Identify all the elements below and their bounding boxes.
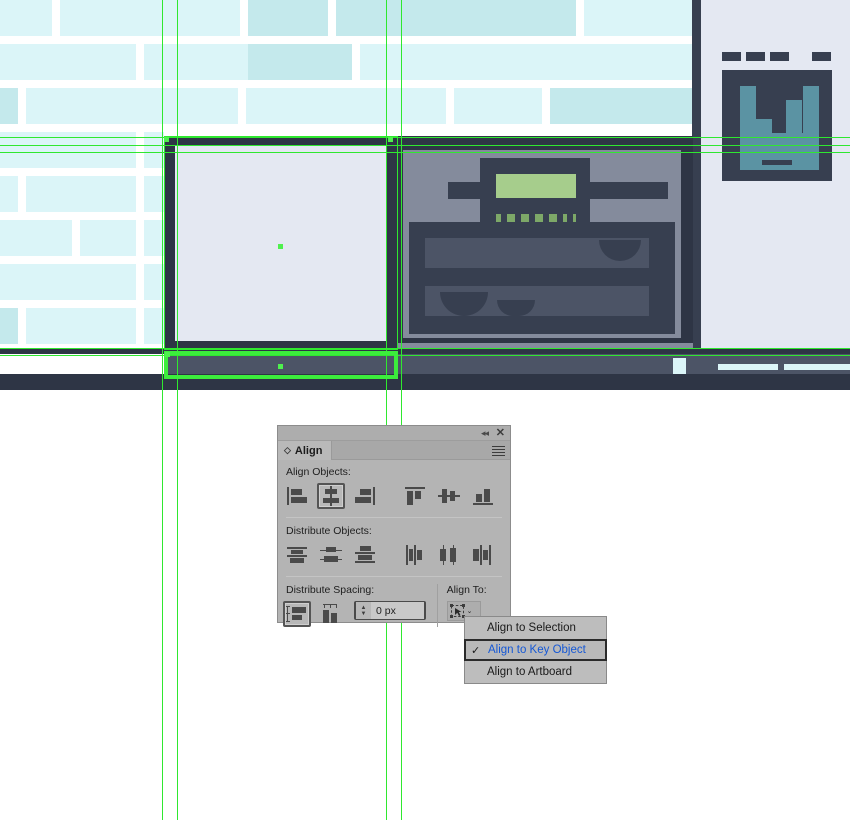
vertical-align-top-button[interactable] <box>401 483 429 509</box>
horizontal-guide[interactable] <box>0 145 850 146</box>
illustrator-screen: ◂◂ ✕ ◇ Align Align Objects: Distribute O… <box>0 0 850 820</box>
horizontal-align-right-button[interactable] <box>351 483 379 509</box>
tab-align-label: Align <box>294 444 323 457</box>
align-to-dropdown-menu[interactable]: Align to Selection ✓ Align to Key Object… <box>464 616 607 684</box>
horizontal-distribute-left-button[interactable] <box>401 542 429 568</box>
vertical-align-bottom-icon <box>472 486 494 506</box>
horizontal-align-right-icon <box>354 486 376 506</box>
vertical-distribute-center-button[interactable] <box>317 542 345 568</box>
selection-center-point <box>278 244 283 249</box>
floor-strip <box>0 374 850 390</box>
chevron-down-icon[interactable]: ⌄ <box>467 607 473 615</box>
horizontal-align-left-icon <box>286 486 308 506</box>
menu-item-label: Align to Selection <box>487 622 576 634</box>
horizontal-distribute-right-button[interactable] <box>469 542 497 568</box>
menu-item-align-to-selection[interactable]: Align to Selection <box>465 617 606 639</box>
vertical-align-center-icon <box>438 486 460 506</box>
distribute-spacing-column: Distribute Spacing: ▲ ▼ 0 px <box>278 584 437 627</box>
distribute-spacing-label: Distribute Spacing: <box>286 584 375 596</box>
horizontal-guide[interactable] <box>0 355 850 356</box>
tab-align[interactable]: ◇ Align <box>278 441 333 460</box>
panel-tab-strip[interactable]: ◇ Align <box>278 441 510 460</box>
horizontal-align-center-button[interactable] <box>317 483 345 509</box>
vertical-distribute-bottom-icon <box>354 545 376 565</box>
vertical-distribute-top-button[interactable] <box>283 542 311 568</box>
horizontal-distribute-center-icon <box>438 545 460 565</box>
vertical-distribute-top-icon <box>286 545 308 565</box>
align-to-label: Align To: <box>446 584 487 596</box>
menu-item-label: Align to Key Object <box>488 644 586 656</box>
vertical-align-top-icon <box>404 486 426 506</box>
horizontal-distribute-center-button[interactable] <box>435 542 463 568</box>
close-icon[interactable]: ✕ <box>496 427 505 439</box>
collapse-panel-icon[interactable]: ◂◂ <box>481 428 489 439</box>
section-divider <box>286 517 502 518</box>
panel-title-bar[interactable]: ◂◂ ✕ <box>278 426 510 441</box>
vertical-guide[interactable] <box>386 0 387 820</box>
distribute-spacing-buttons: ▲ ▼ 0 px <box>278 601 437 627</box>
vertical-distribute-bottom-button[interactable] <box>351 542 379 568</box>
horizontal-distribute-right-icon <box>472 545 494 565</box>
horizontal-guide[interactable] <box>0 152 850 153</box>
spacing-input[interactable]: 0 px <box>371 602 424 619</box>
vertical-align-bottom-button[interactable] <box>469 483 497 509</box>
vertical-guide[interactable] <box>162 0 163 820</box>
menu-item-align-to-artboard[interactable]: Align to Artboard <box>465 661 606 683</box>
stepper-arrows-icon[interactable]: ▲ ▼ <box>356 602 371 619</box>
horizontal-guide[interactable] <box>0 137 850 138</box>
key-object-anchor[interactable] <box>165 352 170 357</box>
vertical-align-center-button[interactable] <box>435 483 463 509</box>
align-panel[interactable]: ◂◂ ✕ ◇ Align Align Objects: Distribute O… <box>277 425 511 627</box>
key-object-center-point <box>278 364 283 369</box>
section-divider <box>286 576 502 577</box>
horizontal-distribute-left-icon <box>404 545 426 565</box>
check-icon: ✓ <box>471 644 481 657</box>
align-objects-label: Align Objects: <box>286 466 351 478</box>
selection-bounding-box[interactable] <box>164 136 398 350</box>
align-objects-buttons <box>278 483 510 509</box>
chevron-down-icon[interactable]: ▼ <box>361 611 367 617</box>
distribute-objects-buttons <box>278 542 510 568</box>
panel-menu-icon[interactable] <box>492 446 505 458</box>
wall-edge-divider <box>692 0 701 373</box>
menu-item-align-to-key-object[interactable]: ✓ Align to Key Object <box>464 639 607 661</box>
selection-anchor[interactable] <box>164 137 169 142</box>
spacing-stepper[interactable]: ▲ ▼ 0 px <box>354 601 426 620</box>
vertical-guide[interactable] <box>401 0 402 820</box>
double-arrow-icon: ◇ <box>284 445 291 455</box>
horizontal-align-left-button[interactable] <box>283 483 311 509</box>
panel-body: Align Objects: Distribute Objects: Distr… <box>278 460 510 627</box>
selection-anchor[interactable] <box>388 137 393 142</box>
vertical-distribute-spacing-icon <box>286 604 308 624</box>
horizontal-align-center-icon <box>320 486 342 506</box>
artboard-canvas[interactable] <box>0 0 850 390</box>
vertical-distribute-spacing-button[interactable] <box>283 601 311 627</box>
menu-item-label: Align to Artboard <box>487 666 573 678</box>
horizontal-distribute-spacing-button[interactable] <box>317 601 345 627</box>
distribute-objects-label: Distribute Objects: <box>286 525 372 537</box>
horizontal-distribute-spacing-icon <box>320 604 342 624</box>
vertical-distribute-center-icon <box>320 545 342 565</box>
horizontal-guide[interactable] <box>0 348 850 349</box>
vertical-guide[interactable] <box>177 0 178 820</box>
